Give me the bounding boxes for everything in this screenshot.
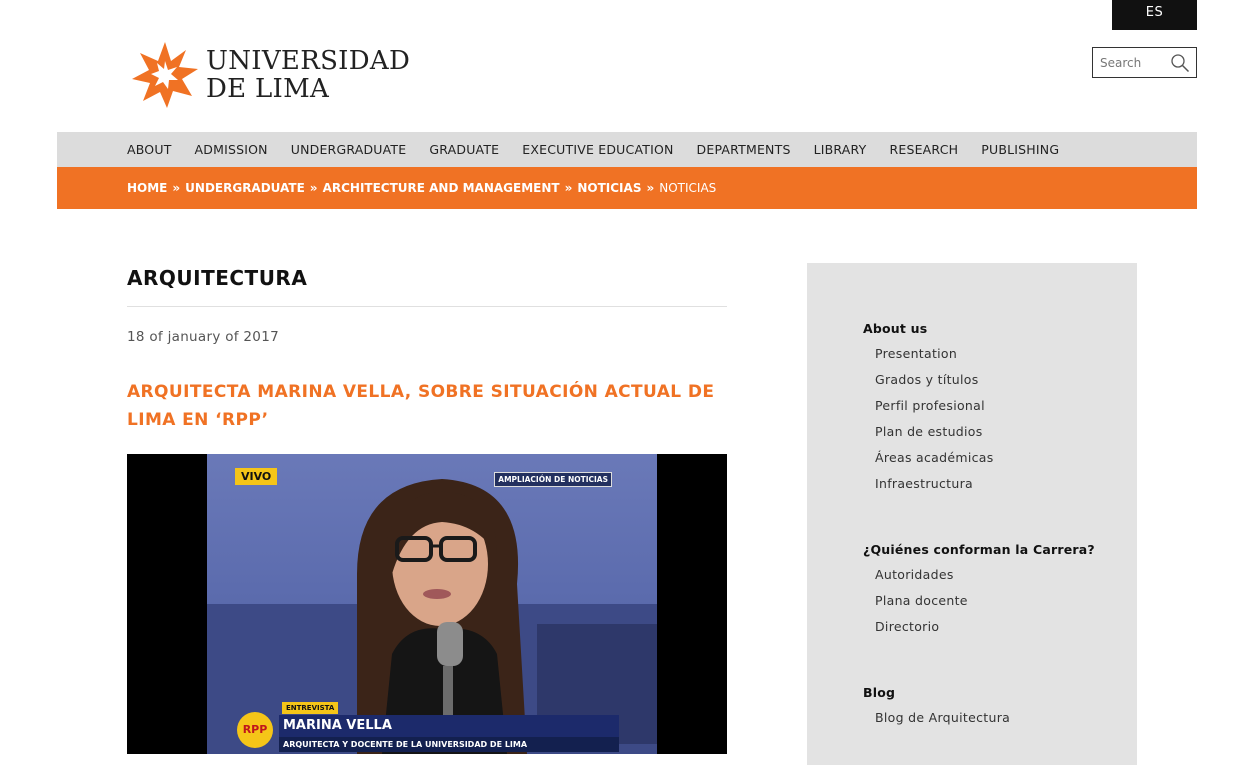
breadcrumb-architecture-and-management[interactable]: ARCHITECTURE AND MANAGEMENT: [323, 181, 560, 195]
breadcrumb-separator: »: [564, 181, 573, 195]
sidebar-item-blog-de-arquitectura[interactable]: Blog de Arquitectura: [875, 710, 1137, 736]
nav-item-departments[interactable]: DEPARTMENTS: [697, 142, 791, 157]
search-input[interactable]: [1093, 48, 1163, 77]
program-logo: AMPLIACIÓN DE NOTICIAS: [494, 472, 612, 487]
page-title: ARQUITECTURA: [127, 260, 727, 307]
guest-title: ARQUITECTA Y DOCENTE DE LA UNIVERSIDAD D…: [279, 737, 619, 752]
article-video[interactable]: VIVO AMPLIACIÓN DE NOTICIAS RPP ENTREVIS…: [127, 454, 727, 754]
sidebar-item-presentation[interactable]: Presentation: [875, 346, 1137, 372]
guest-name: MARINA VELLA: [279, 715, 619, 737]
logo-wordmark: UNIVERSIDAD DE LIMA: [206, 47, 410, 103]
sidebar-group-quienes: ¿Quiénes conforman la Carrera? Autoridad…: [863, 542, 1137, 645]
sidebar-item-plan-de-estudios[interactable]: Plan de estudios: [875, 424, 1137, 450]
nav-item-about[interactable]: ABOUT: [127, 142, 172, 157]
sidebar-item-grados-y-titulos[interactable]: Grados y títulos: [875, 372, 1137, 398]
sidebar-item-autoridades[interactable]: Autoridades: [875, 567, 1137, 593]
sidebar-group-title[interactable]: Blog: [863, 685, 1137, 700]
channel-logo: RPP: [237, 712, 273, 748]
breadcrumb-undergraduate[interactable]: UNDERGRADUATE: [185, 181, 305, 195]
nav-item-library[interactable]: LIBRARY: [814, 142, 867, 157]
sidebar-item-infraestructura[interactable]: Infraestructura: [875, 476, 1137, 502]
segment-tag: ENTREVISTA: [282, 702, 339, 714]
breadcrumb-home[interactable]: HOME: [127, 181, 167, 195]
logo-line-1: UNIVERSIDAD: [206, 46, 411, 76]
star-logo-icon: [132, 42, 198, 108]
breadcrumb: HOME » UNDERGRADUATE » ARCHITECTURE AND …: [57, 167, 1197, 209]
article-main: ARQUITECTURA 18 of january of 2017 ARQUI…: [127, 260, 727, 434]
live-badge: VIVO: [235, 468, 278, 485]
sidebar-group-title[interactable]: ¿Quiénes conforman la Carrera?: [863, 542, 1137, 557]
sidebar-group-about: About us Presentation Grados y títulos P…: [863, 321, 1137, 502]
language-toggle-button[interactable]: ES: [1112, 0, 1197, 30]
nav-item-executive-education[interactable]: EXECUTIVE EDUCATION: [522, 142, 673, 157]
sidebar-group-title[interactable]: About us: [863, 321, 1137, 336]
nav-item-undergraduate[interactable]: UNDERGRADUATE: [291, 142, 407, 157]
video-frame: VIVO AMPLIACIÓN DE NOTICIAS RPP ENTREVIS…: [207, 454, 657, 754]
search-box: [1092, 47, 1197, 78]
main-nav: ABOUT ADMISSION UNDERGRADUATE GRADUATE E…: [57, 132, 1197, 167]
sidebar-item-plana-docente[interactable]: Plana docente: [875, 593, 1137, 619]
sidebar-group-blog: Blog Blog de Arquitectura: [863, 685, 1137, 736]
sidebar-item-directorio[interactable]: Directorio: [875, 619, 1137, 645]
logo-line-2: DE LIMA: [206, 74, 330, 104]
nav-item-research[interactable]: RESEARCH: [889, 142, 958, 157]
sidebar-item-areas-academicas[interactable]: Áreas académicas: [875, 450, 1137, 476]
breadcrumb-separator: »: [646, 181, 655, 195]
nav-item-graduate[interactable]: GRADUATE: [429, 142, 499, 157]
breadcrumb-noticias[interactable]: NOTICIAS: [577, 181, 641, 195]
breadcrumb-separator: »: [309, 181, 318, 195]
breadcrumb-current: NOTICIAS: [659, 181, 717, 195]
breadcrumb-separator: »: [172, 181, 181, 195]
article-headline[interactable]: ARQUITECTA MARINA VELLA, SOBRE SITUACIÓN…: [127, 378, 727, 434]
sidebar-item-perfil-profesional[interactable]: Perfil profesional: [875, 398, 1137, 424]
section-sidebar: About us Presentation Grados y títulos P…: [807, 263, 1137, 765]
search-icon[interactable]: [1170, 53, 1190, 73]
university-logo[interactable]: UNIVERSIDAD DE LIMA: [130, 40, 410, 110]
video-lower-third: RPP ENTREVISTA MARINA VELLA ARQUITECTA Y…: [207, 702, 657, 754]
nav-item-publishing[interactable]: PUBLISHING: [981, 142, 1059, 157]
nav-item-admission[interactable]: ADMISSION: [195, 142, 268, 157]
article-date: 18 of january of 2017: [127, 329, 279, 345]
